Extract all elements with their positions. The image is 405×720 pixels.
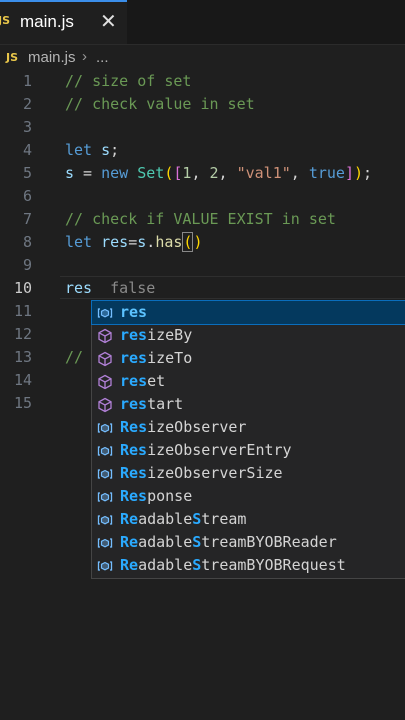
tab-title: main.js	[20, 12, 74, 31]
breadcrumb-symbols[interactable]: ...	[96, 49, 109, 66]
suggestion-widget[interactable]: res resizeBy resizeTo reset restart ResizeObs…	[91, 300, 405, 579]
variable-icon	[97, 515, 113, 525]
breadcrumb-file[interactable]: main.js	[28, 49, 76, 66]
code-line: 1 // size of set	[0, 70, 405, 93]
suggestion-label: ReadableStream	[120, 510, 247, 528]
variable-icon	[97, 492, 113, 502]
line-number: 7	[22, 210, 32, 228]
code-line: 8 let res=s.has()	[0, 231, 405, 254]
code-line: 3	[0, 116, 405, 139]
chevron-right-icon: ›	[82, 48, 87, 65]
suggestion-label: ResizeObserver	[120, 418, 247, 436]
code-line: 5 s = new Set([1, 2, "val1", true]);	[0, 162, 405, 185]
suggestion-item[interactable]: restart	[92, 393, 405, 416]
suggestion-label: res	[120, 303, 148, 321]
line-number: 13	[13, 348, 32, 366]
close-icon[interactable]: ✕	[100, 9, 117, 34]
suggestion-item[interactable]: ResizeObserver	[92, 416, 405, 439]
code-line: 6	[0, 185, 405, 208]
variable-icon	[97, 469, 113, 479]
variable-icon	[97, 446, 113, 456]
suggestion-item[interactable]: res	[91, 300, 405, 325]
tab-bar: JS main.js ✕	[0, 0, 405, 45]
code-line-active: 10 res false	[0, 277, 405, 300]
line-number: 5	[22, 164, 32, 182]
method-icon	[98, 397, 112, 413]
comment: // size of set	[65, 72, 192, 90]
code-text: let s;	[65, 141, 120, 159]
line-number: 12	[13, 325, 32, 343]
line-number: 15	[13, 394, 32, 412]
line-number: 4	[22, 141, 32, 159]
suggestion-item[interactable]: reset	[92, 370, 405, 393]
line-number: 9	[22, 256, 32, 274]
breadcrumb: JS main.js › ...	[0, 45, 405, 71]
method-icon	[98, 374, 112, 390]
comment: // check value in set	[65, 95, 255, 113]
comment: //	[65, 348, 84, 366]
comment: // check if VALUE EXIST in set	[65, 210, 336, 228]
line-number: 8	[22, 233, 32, 251]
method-icon	[98, 351, 112, 367]
suggestion-label: resizeBy	[120, 326, 193, 344]
line-number: 14	[13, 371, 32, 389]
suggestion-label: reset	[120, 372, 166, 390]
variable-icon	[97, 423, 113, 433]
line-number: 11	[13, 302, 32, 320]
suggestion-item[interactable]: resizeTo	[92, 347, 405, 370]
suggestion-item[interactable]: ReadableStreamBYOBReader	[92, 531, 405, 554]
code-text: s = new Set([1, 2, "val1", true]);	[65, 164, 373, 182]
suggestion-label: resizeTo	[120, 349, 193, 367]
suggestion-label: restart	[120, 395, 184, 413]
suggestion-item[interactable]: ResizeObserverEntry	[92, 439, 405, 462]
suggestion-label: ReadableStreamBYOBRequest	[120, 556, 346, 574]
suggestion-item[interactable]: ReadableStreamBYOBRequest	[92, 554, 405, 577]
variable-icon	[97, 561, 113, 571]
suggestion-item[interactable]: Response	[92, 485, 405, 508]
suggestion-label: ResizeObserverEntry	[120, 441, 292, 459]
tab-main-js[interactable]: JS main.js ✕	[0, 0, 127, 44]
code-line: 9	[0, 254, 405, 277]
variable-icon	[97, 538, 113, 548]
code-text: let res=s.has()	[65, 232, 203, 252]
suggestion-label: Response	[120, 487, 193, 505]
suggestion-item[interactable]: ReadableStream	[92, 508, 405, 531]
code-text: res false	[65, 279, 156, 297]
javascript-file-icon: JS	[0, 14, 11, 27]
code-line: 4 let s;	[0, 139, 405, 162]
line-number: 2	[22, 95, 32, 113]
code-line: 2 // check value in set	[0, 93, 405, 116]
inline-hint: false	[110, 279, 156, 297]
line-number: 6	[22, 187, 32, 205]
line-number: 3	[22, 118, 32, 136]
suggestion-item[interactable]: resizeBy	[92, 324, 405, 347]
method-icon	[98, 328, 112, 344]
suggestion-item[interactable]: ResizeObserverSize	[92, 462, 405, 485]
javascript-file-icon: JS	[6, 51, 19, 64]
variable-icon	[97, 308, 113, 318]
code-line: 7 // check if VALUE EXIST in set	[0, 208, 405, 231]
suggestion-label: ReadableStreamBYOBReader	[120, 533, 337, 551]
line-number: 10	[13, 279, 32, 297]
line-number: 1	[22, 72, 32, 90]
suggestion-label: ResizeObserverSize	[120, 464, 283, 482]
